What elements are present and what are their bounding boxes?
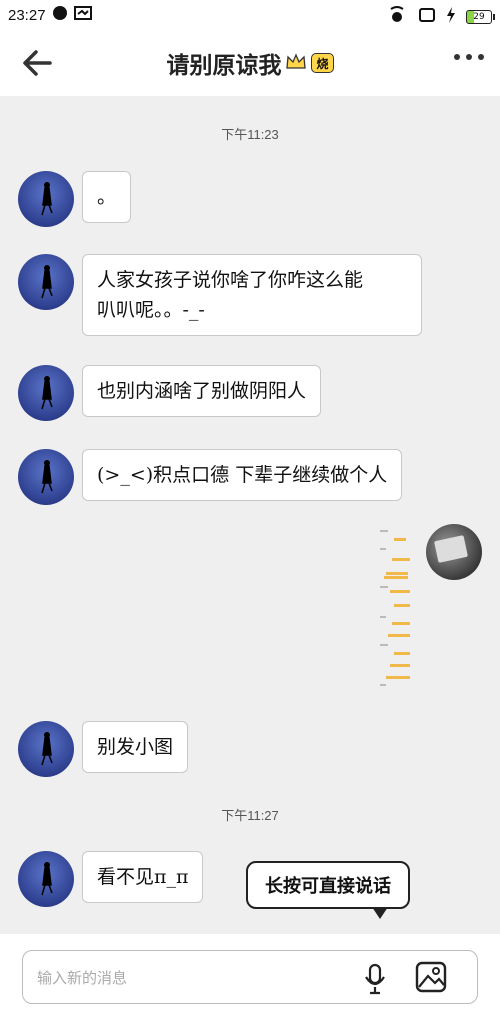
- avatar[interactable]: [18, 449, 74, 505]
- sent-image-message: [380, 524, 482, 692]
- image-picker-icon[interactable]: [415, 961, 447, 993]
- message-row: 也别内涵啥了别做阴阳人: [18, 365, 322, 421]
- my-avatar[interactable]: [426, 524, 482, 580]
- voice-hint-tooltip: 长按可直接说话: [246, 861, 410, 919]
- message-text: 别发小图: [97, 736, 174, 758]
- status-bar: 23:27 29: [0, 0, 500, 30]
- message-bubble[interactable]: 别发小图: [82, 721, 189, 773]
- message-row: (>_<)积点口德 下辈子继续做个人: [18, 449, 403, 505]
- message-row: 看不见π_π: [18, 851, 204, 907]
- message-bubble[interactable]: 人家女孩子说你啥了你咋这么能 叭叭呢。。-_-: [82, 254, 422, 336]
- avatar[interactable]: [18, 851, 74, 907]
- message-text: 也别内涵啥了别做阴阳人: [97, 380, 307, 402]
- message-bubble[interactable]: 。: [82, 171, 132, 223]
- avatar[interactable]: [18, 365, 74, 421]
- crown-icon: [285, 52, 307, 74]
- chat-title: 请别原谅我: [166, 53, 282, 79]
- signal-icon: [386, 5, 408, 29]
- message-row: 别发小图: [18, 721, 189, 777]
- input-placeholder: 输入新的消息: [37, 969, 128, 987]
- sent-image-thumbnail[interactable]: [380, 524, 416, 692]
- message-text: 叭叭呢。。-_-: [97, 299, 205, 321]
- battery-icon: 29: [466, 10, 495, 24]
- message-row: 人家女孩子说你啥了你咋这么能 叭叭呢。。-_-: [18, 254, 422, 336]
- message-notification-icon: [73, 5, 92, 25]
- status-time: 23:27: [8, 6, 46, 24]
- microphone-icon[interactable]: [363, 963, 387, 995]
- input-bar: 输入新的消息: [0, 934, 500, 1021]
- back-arrow-icon[interactable]: [20, 48, 54, 78]
- message-text: 人家女孩子说你啥了你咋这么能: [97, 269, 364, 291]
- timestamp: 下午11:27: [221, 808, 279, 823]
- message-input[interactable]: 输入新的消息: [22, 950, 478, 1004]
- avatar[interactable]: [18, 254, 74, 310]
- charging-icon: [446, 7, 456, 27]
- top-nav-bar: 请别原谅我 烧: [0, 30, 500, 96]
- message-text: 。: [97, 186, 117, 208]
- avatar[interactable]: [18, 171, 74, 227]
- timestamp: 下午11:23: [221, 127, 279, 142]
- message-row: 。: [18, 171, 132, 227]
- message-bubble[interactable]: 也别内涵啥了别做阴阳人: [82, 365, 322, 417]
- level-badge: 烧: [311, 53, 334, 73]
- message-text: (>_<)积点口德 下辈子继续做个人: [97, 464, 388, 486]
- message-text: 看不见π_π: [97, 866, 189, 888]
- chat-notification-icon: [52, 5, 68, 25]
- message-bubble[interactable]: 看不见π_π: [82, 851, 204, 903]
- avatar[interactable]: [18, 721, 74, 777]
- message-bubble[interactable]: (>_<)积点口德 下辈子继续做个人: [82, 449, 403, 501]
- more-options-icon[interactable]: [454, 54, 484, 60]
- screen-icon: [418, 7, 436, 27]
